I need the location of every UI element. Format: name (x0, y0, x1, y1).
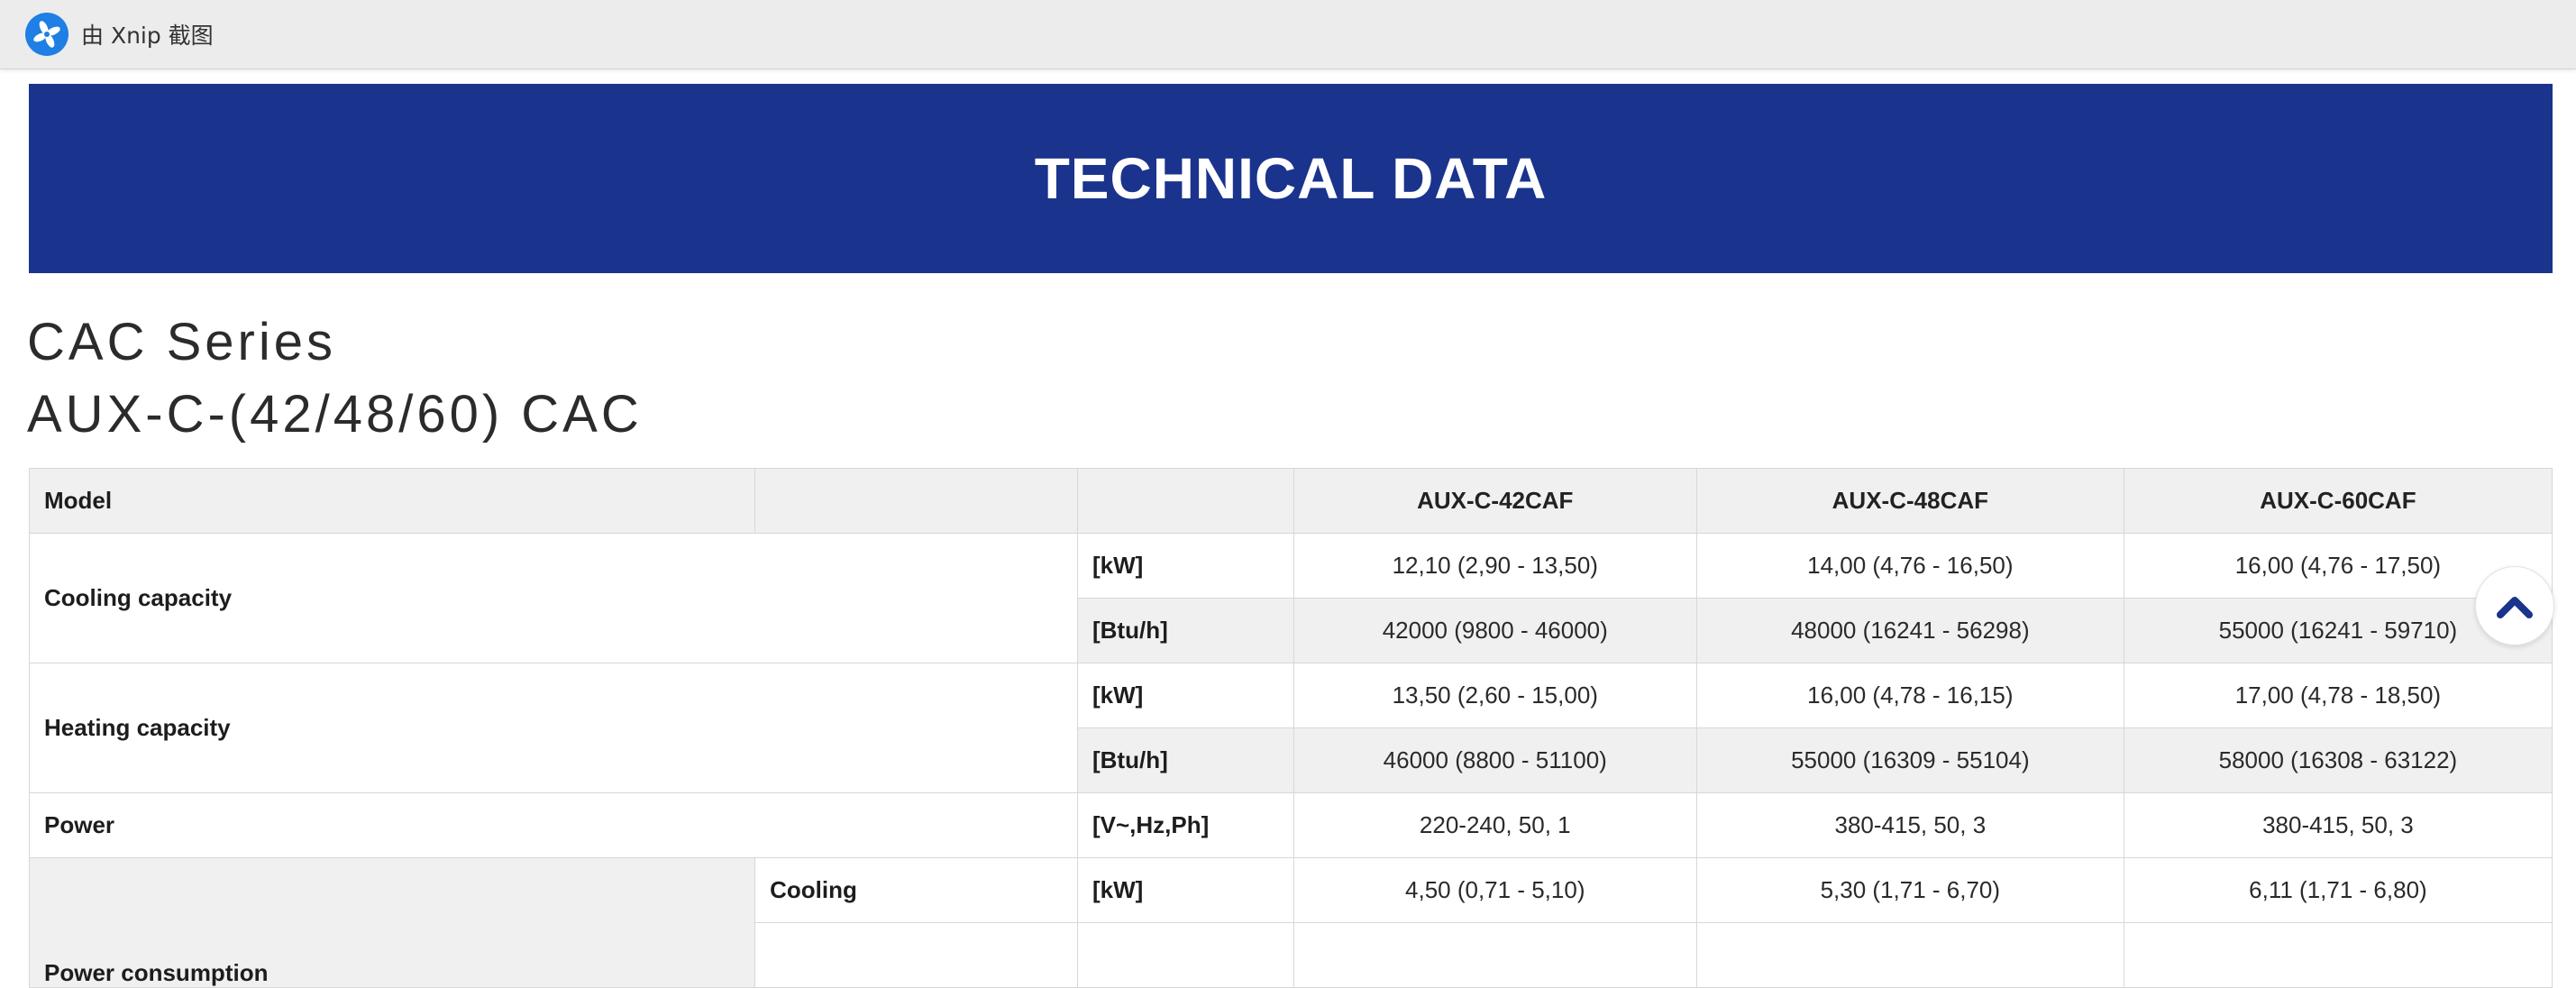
series-models: AUX-C-(42/48/60) CAC (27, 385, 643, 444)
unit-cell: [kW] (1077, 857, 1294, 923)
table-row: Power [V~,Hz,Ph] 220-240, 50, 1 380-415,… (29, 792, 2553, 858)
value-cell: 16,00 (4,78 - 16,15) (1695, 663, 2124, 728)
model-48-header: AUX-C-48CAF (1695, 468, 2124, 534)
empty-header-cell (754, 468, 1078, 534)
value-cell: 17,00 (4,78 - 18,50) (2123, 663, 2553, 728)
banner-title: TECHNICAL DATA (1034, 146, 1548, 211)
table-header-row: Model AUX-C-42CAF AUX-C-48CAF AUX-C-60CA… (28, 468, 2553, 534)
value-cell: 380-415, 50, 3 (2123, 792, 2553, 858)
cooling-capacity-label: Cooling capacity (29, 533, 1078, 663)
chevron-up-icon (2497, 597, 2533, 618)
value-cell: 4,50 (0,71 - 5,10) (1293, 857, 1697, 923)
empty-cell (754, 922, 1078, 988)
value-cell: 5,30 (1,71 - 6,70) (1695, 857, 2124, 923)
power-label: Power (29, 792, 1078, 858)
value-cell: 13,50 (2,60 - 15,00) (1293, 663, 1697, 728)
unit-cell: [Btu/h] (1077, 598, 1294, 663)
unit-cell: [V~,Hz,Ph] (1077, 792, 1294, 858)
model-60-header: AUX-C-60CAF (2123, 468, 2553, 534)
value-cell: 55000 (16309 - 55104) (1695, 727, 2124, 793)
xnip-app-icon[interactable] (25, 13, 69, 56)
table-row: Power consumption Cooling [kW] 4,50 (0,7… (28, 857, 2553, 988)
model-42-header: AUX-C-42CAF (1293, 468, 1697, 534)
empty-cell (2123, 922, 2553, 988)
spec-table: Model AUX-C-42CAF AUX-C-48CAF AUX-C-60CA… (28, 468, 2553, 988)
series-heading: CAC Series AUX-C-(42/48/60) CAC (27, 306, 643, 451)
series-name: CAC Series (27, 313, 336, 371)
value-cell: 58000 (16308 - 63122) (2123, 727, 2553, 793)
value-cell: 14,00 (4,76 - 16,50) (1695, 533, 2124, 599)
empty-cell (1077, 922, 1294, 988)
model-header: Model (28, 468, 756, 534)
unit-cell: [kW] (1077, 533, 1294, 599)
value-cell: 6,11 (1,71 - 6,80) (2123, 857, 2553, 923)
empty-cell (1293, 922, 1697, 988)
unit-cell: [kW] (1077, 663, 1294, 728)
value-cell: 220-240, 50, 1 (1293, 792, 1697, 858)
value-cell: 48000 (16241 - 56298) (1695, 598, 2124, 663)
value-cell: 46000 (8800 - 51100) (1293, 727, 1697, 793)
table-row: Cooling capacity [kW] 12,10 (2,90 - 13,5… (29, 533, 2553, 663)
empty-cell (1695, 922, 2124, 988)
value-cell: 12,10 (2,90 - 13,50) (1293, 533, 1697, 599)
table-row: Heating capacity [kW] 13,50 (2,60 - 15,0… (29, 663, 2553, 793)
empty-unit-header-cell (1077, 468, 1294, 534)
value-cell: 42000 (9800 - 46000) (1293, 598, 1697, 663)
unit-cell: [Btu/h] (1077, 727, 1294, 793)
heating-capacity-label: Heating capacity (29, 663, 1078, 793)
technical-data-banner: TECHNICAL DATA (29, 84, 2553, 273)
capture-label: 由 Xnip 截图 (81, 23, 214, 49)
value-cell: 380-415, 50, 3 (1695, 792, 2124, 858)
cooling-sub-label: Cooling (754, 857, 1078, 923)
capture-toolbar: 由 Xnip 截图 (0, 0, 2576, 69)
power-consumption-label: Power consumption (28, 857, 756, 988)
scroll-to-top-button[interactable] (2475, 566, 2554, 645)
